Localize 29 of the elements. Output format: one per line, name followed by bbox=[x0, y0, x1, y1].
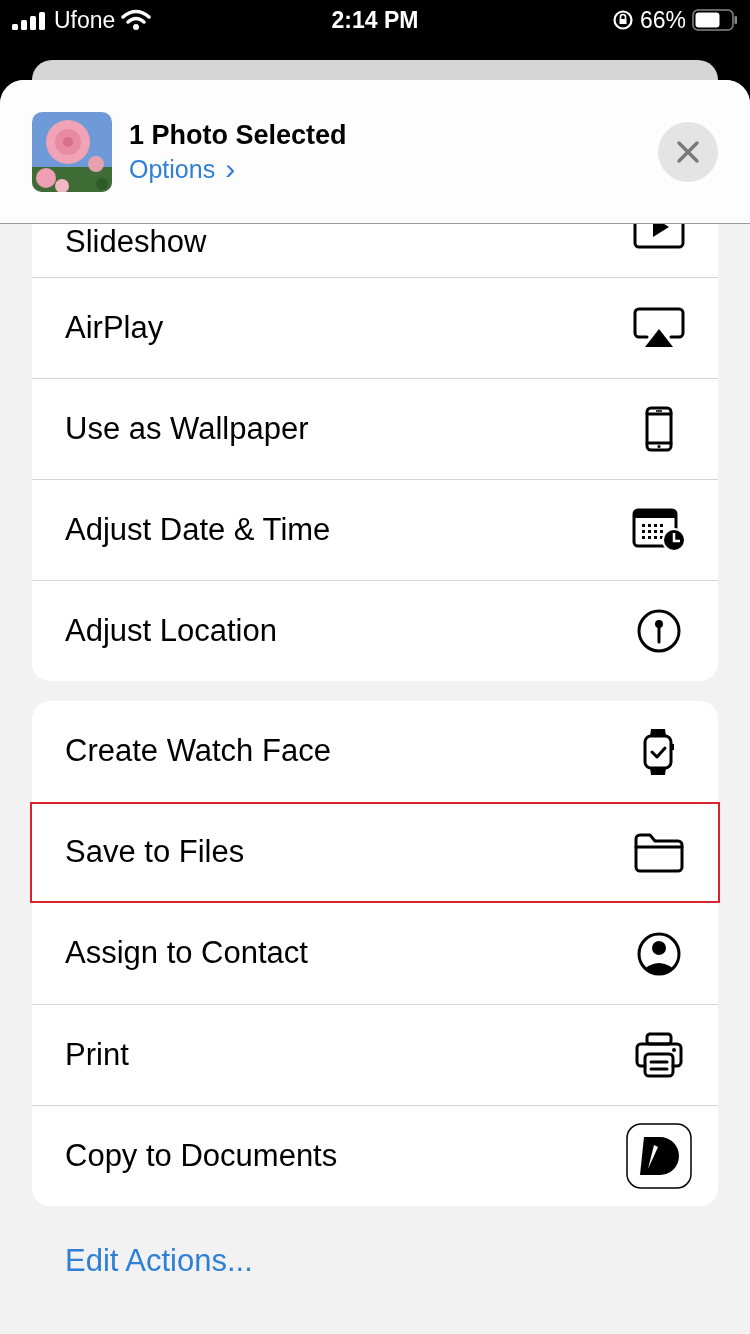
phone-icon bbox=[645, 406, 673, 452]
battery-percent: 66% bbox=[639, 5, 686, 35]
share-title: 1 Photo Selected bbox=[129, 118, 348, 152]
clock-time: 2:14 PM bbox=[331, 5, 419, 35]
airplay-icon bbox=[633, 307, 685, 349]
action-row[interactable]: Assign to Contact bbox=[32, 903, 718, 1004]
close-icon bbox=[676, 139, 700, 164]
folder-icon bbox=[634, 832, 684, 873]
options-link[interactable]: Options › bbox=[129, 151, 236, 186]
action-row[interactable]: AirPlay bbox=[32, 277, 718, 378]
edit-actions-link[interactable]: Edit Actions... bbox=[65, 1238, 253, 1285]
rotation-lock-icon bbox=[611, 9, 634, 31]
action-row[interactable]: Adjust Date & Time bbox=[32, 479, 718, 580]
action-row[interactable]: Slideshow bbox=[32, 224, 718, 277]
action-row[interactable]: Save to Files bbox=[30, 802, 720, 903]
action-row[interactable]: Create Watch Face bbox=[32, 701, 718, 802]
signal-icon bbox=[12, 10, 48, 30]
action-row[interactable]: Use as Wallpaper bbox=[32, 378, 718, 479]
app-icon bbox=[626, 1123, 692, 1189]
action-row[interactable]: Adjust Location bbox=[32, 580, 718, 681]
action-row[interactable]: Print bbox=[32, 1004, 718, 1105]
printer-icon bbox=[634, 1032, 684, 1078]
wifi-icon bbox=[121, 9, 152, 31]
carrier-name: Ufone bbox=[54, 5, 116, 35]
watch-icon bbox=[642, 726, 676, 777]
calendar-icon bbox=[632, 508, 686, 552]
action-row[interactable]: Copy to Documents bbox=[32, 1105, 718, 1206]
battery-icon bbox=[692, 9, 738, 31]
location-pin-icon bbox=[636, 608, 682, 654]
